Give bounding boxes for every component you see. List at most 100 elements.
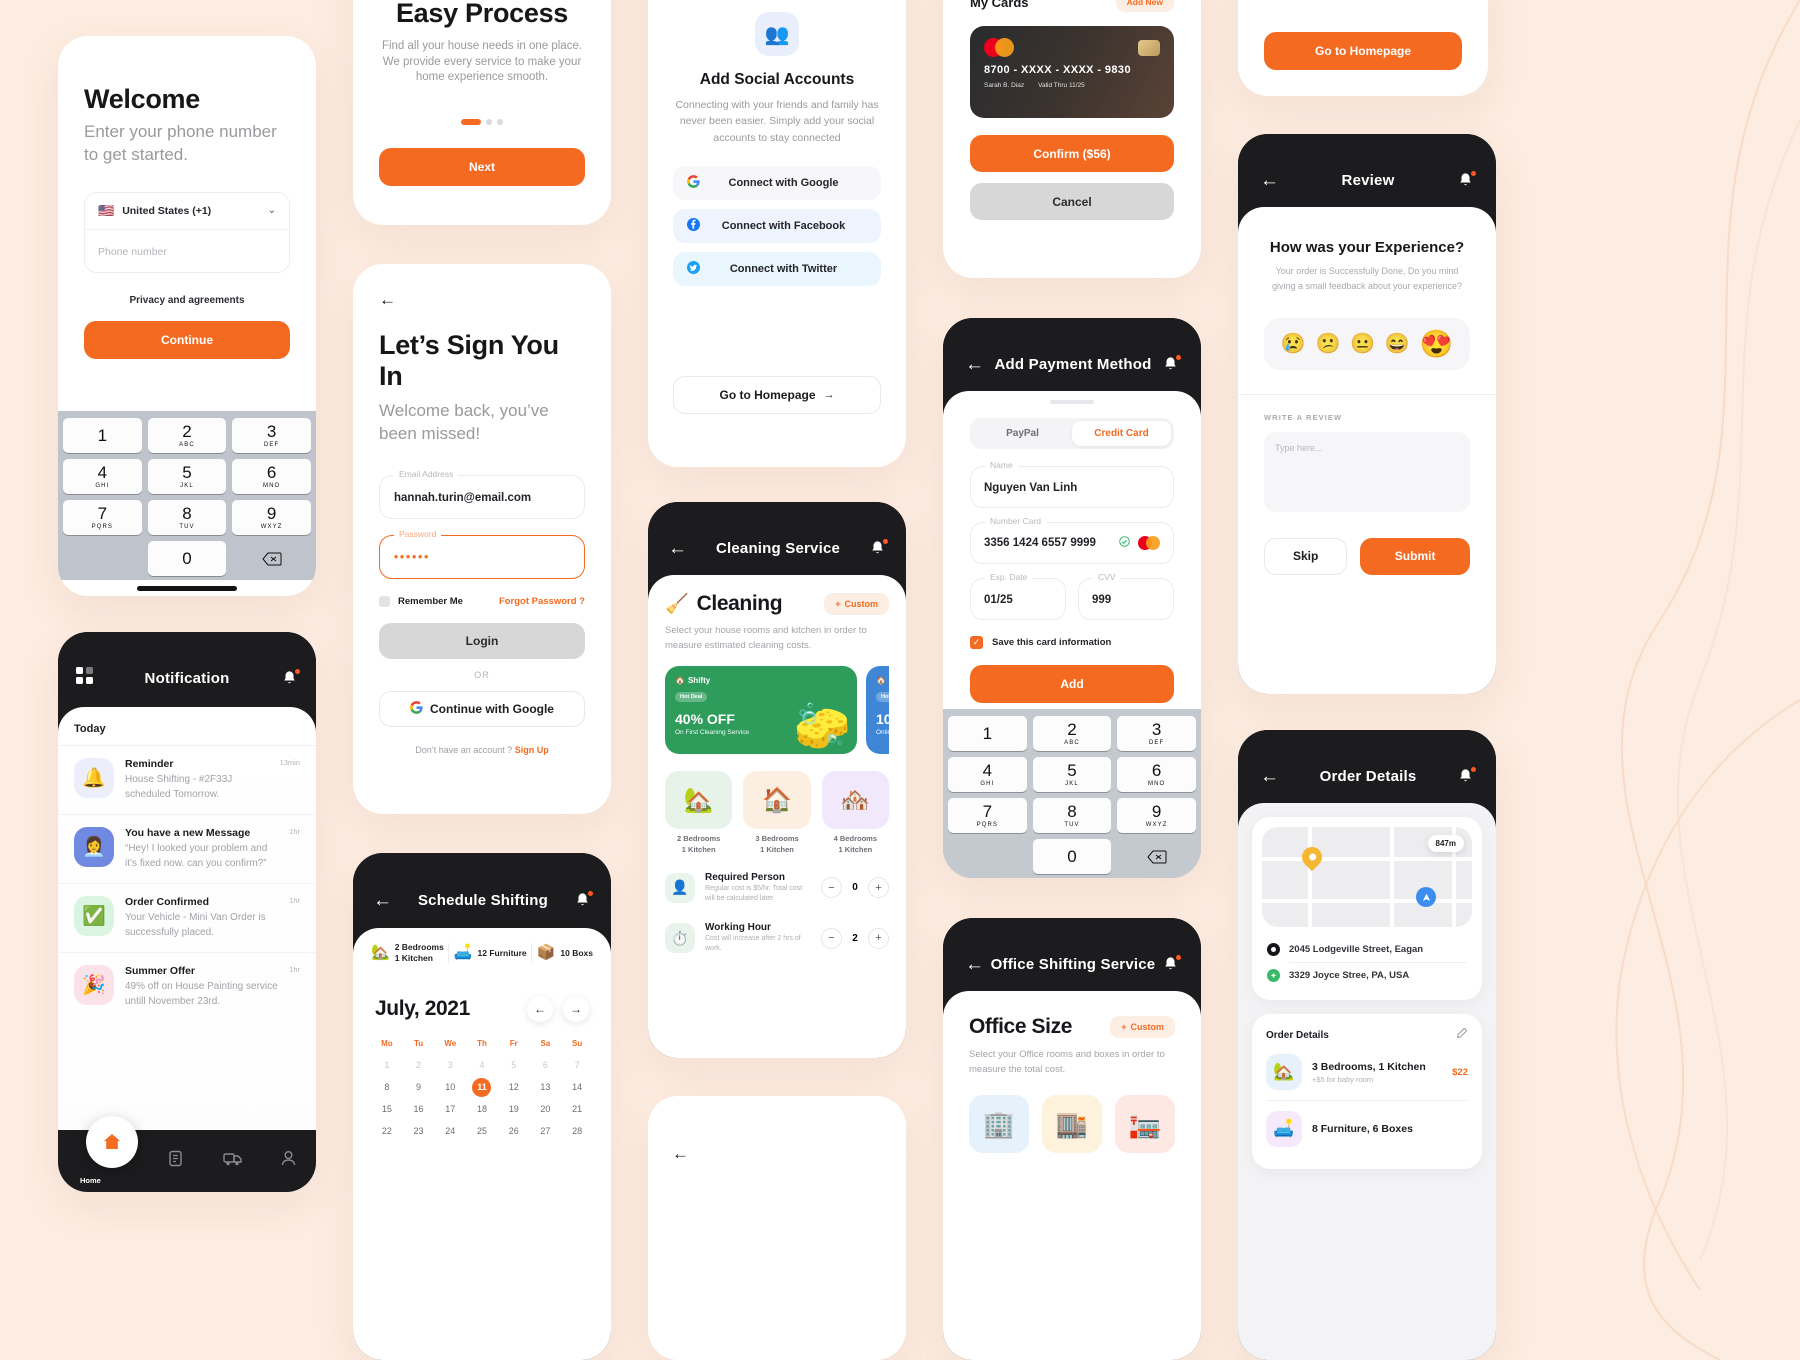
back-arrow-icon[interactable]: ← [668,539,687,558]
emoji-rating-5[interactable]: 😍 [1420,328,1454,360]
key-5[interactable]: 5 JKL [147,459,227,494]
bell-icon[interactable] [1162,954,1181,973]
continue-with-google-button[interactable]: Continue with Google [379,690,585,727]
calendar-day[interactable]: 16 [403,1100,435,1119]
bell-icon[interactable] [1457,766,1476,785]
key-6[interactable]: 6 MNO [232,459,311,494]
map-view[interactable]: 847m [1262,827,1472,927]
emoji-rating-4[interactable]: 😄 [1385,331,1410,356]
sidebar-item-home[interactable] [86,1116,138,1168]
credit-card[interactable]: 8700 - XXXX - XXXX - 9830 Sarah B. Diaz … [970,26,1174,118]
calendar-day[interactable]: 4 [466,1056,498,1075]
key-8[interactable]: 8 TUV [147,500,227,535]
back-arrow-icon[interactable]: ← [1260,171,1279,190]
calendar-day[interactable]: 13 [530,1078,562,1097]
forgot-password-link[interactable]: Forgot Password ? [499,596,585,607]
promo-card[interactable]: 🏠 Shifty Hot Deal 40% OFF On First Clean… [665,666,857,755]
back-arrow-icon[interactable]: ← [379,290,585,310]
key-3[interactable]: 3 DEF [232,418,311,453]
calendar-day[interactable]: 21 [561,1100,593,1119]
key-0[interactable]: 0 [1032,839,1112,874]
office-size-large[interactable]: 🏣 [1115,1095,1175,1154]
key-1[interactable]: 1 [63,418,142,453]
submit-button[interactable]: Submit [1360,537,1470,575]
bell-icon[interactable] [1457,170,1476,189]
dot-1[interactable] [461,118,481,125]
calendar-day[interactable]: 10 [434,1078,466,1097]
increment-button[interactable]: + [868,927,889,949]
emoji-rating-2[interactable]: 😕 [1316,331,1341,356]
key-6[interactable]: 6 MNO [1117,757,1196,792]
grid-icon[interactable] [76,667,93,689]
chip-furniture[interactable]: 🛋️ 12 Furniture [454,943,527,963]
key-5[interactable]: 5 JKL [1032,757,1112,792]
list-item[interactable]: 🎉 Summer Offer 49% off on House Painting… [58,953,316,1021]
key-2[interactable]: 2 ABC [147,418,227,453]
office-size-small[interactable]: 🏢 [969,1095,1029,1154]
key-7[interactable]: 7 PQRS [63,500,142,535]
calendar-day[interactable]: 25 [466,1122,498,1141]
continue-button[interactable]: Continue [84,320,290,359]
card-number-field[interactable]: Number Card 3356 1424 6557 9999 [970,516,1174,564]
list-item[interactable]: 🔔 Reminder House Shifting - #2F33J sched… [58,746,316,815]
key-9[interactable]: 9 WXYZ [232,500,311,535]
key-8[interactable]: 8 TUV [1032,798,1112,833]
calendar-day[interactable]: 9 [403,1078,435,1097]
calendar-prev-button[interactable]: ← [527,995,553,1022]
custom-button[interactable]: + Custom [824,593,889,615]
bell-icon[interactable] [574,891,593,909]
connect-google-button[interactable]: Connect with Google [673,165,881,200]
calendar-day[interactable]: 1 [371,1056,403,1075]
calendar-day[interactable]: 22 [371,1122,403,1141]
bell-icon[interactable] [1162,354,1181,373]
add-new-button[interactable]: Add New [1115,0,1174,12]
email-field[interactable]: Email Address hannah.turin@email.com [379,468,585,519]
sheet-handle[interactable] [1050,400,1094,404]
name-field[interactable]: Name Nguyen Van Linh [970,460,1174,508]
bell-icon[interactable] [281,668,300,687]
cvv-field[interactable]: CVV 999 [1078,572,1174,620]
back-arrow-icon[interactable]: ← [672,1144,882,1164]
go-to-homepage-button[interactable]: Go to Homepage → [673,375,881,414]
custom-button[interactable]: + Custom [1110,1016,1175,1038]
document-icon[interactable] [167,1150,184,1172]
calendar-day[interactable]: 19 [498,1100,530,1119]
dot-2[interactable] [486,118,492,125]
chip-boxes[interactable]: 📦 10 Boxs [537,943,593,963]
chip-bedrooms[interactable]: 🏡 2 Bedrooms 1 Kitchen [371,942,444,965]
country-select[interactable]: 🇺🇸 United States (+1) ⌄ [85,193,289,230]
add-button[interactable]: Add [970,665,1174,703]
back-arrow-icon[interactable]: ← [965,355,984,374]
signup-link[interactable]: Sign Up [515,745,549,755]
decrement-button[interactable]: − [821,927,842,949]
office-size-medium[interactable]: 🏬 [1042,1095,1102,1154]
privacy-link[interactable]: Privacy and agreements [84,295,290,306]
cancel-button[interactable]: Cancel [970,183,1174,220]
calendar-next-button[interactable]: → [563,995,589,1022]
tab-paypal[interactable]: PayPal [973,421,1072,446]
decrement-button[interactable]: − [821,877,842,899]
calendar-day[interactable]: 3 [434,1056,466,1075]
emoji-rating-3[interactable]: 😐 [1350,331,1375,356]
back-arrow-icon[interactable]: ← [1260,767,1279,786]
calendar-day[interactable]: 28 [561,1122,593,1141]
key-4[interactable]: 4 GHI [63,459,142,494]
calendar-day[interactable]: 15 [371,1100,403,1119]
key-9[interactable]: 9 WXYZ [1117,798,1196,833]
bell-icon[interactable] [869,538,888,557]
go-to-homepage-button[interactable]: Go to Homepage [1264,32,1462,70]
calendar-day[interactable]: 18 [466,1100,498,1119]
list-item[interactable]: ✅ Order Confirmed Your Vehicle - Mini Va… [58,884,316,953]
calendar-day[interactable]: 11 [472,1077,492,1097]
calendar-day[interactable]: 12 [498,1078,530,1097]
promo-card[interactable]: 🏠 Shifty Hot Deal 10% Online P [866,666,889,755]
dot-3[interactable] [497,118,503,125]
backspace-icon[interactable] [232,541,311,576]
calendar-day[interactable]: 5 [498,1056,530,1075]
table-row[interactable]: 🏡 3 Bedrooms, 1 Kitchen +$5 for baby roo… [1266,1044,1468,1101]
calendar-day[interactable]: 26 [498,1122,530,1141]
room-option[interactable]: 🏘️ 4 Bedrooms 1 Kitchen [821,771,889,854]
key-4[interactable]: 4 GHI [948,757,1027,792]
table-row[interactable]: 🛋️ 8 Furniture, 6 Boxes [1266,1101,1468,1157]
calendar-day[interactable]: 14 [561,1078,593,1097]
